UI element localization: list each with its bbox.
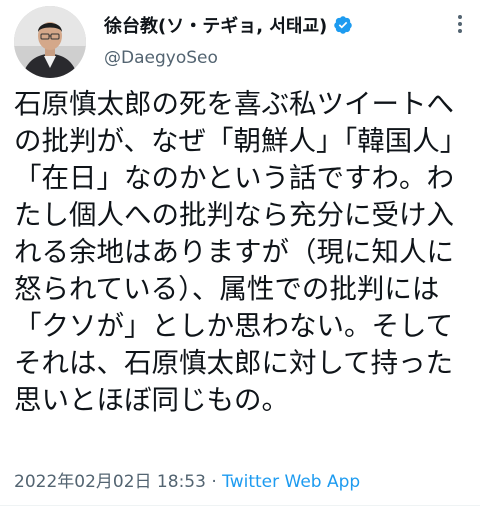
tweet-meta: 2022年02月02日 18:53 · Twitter Web App <box>14 467 360 492</box>
avatar[interactable] <box>14 6 86 78</box>
divider <box>0 505 480 506</box>
tweet-timestamp[interactable]: 2022年02月02日 18:53 <box>14 472 206 492</box>
more-options-icon[interactable] <box>448 12 472 36</box>
author-handle[interactable]: @DaegyoSeo <box>104 48 464 68</box>
display-name-row: 徐台教(ソ・テギョ, 서태교) <box>104 10 464 40</box>
display-name[interactable]: 徐台教(ソ・テギョ, 서태교) <box>104 12 327 38</box>
tweet: 徐台教(ソ・テギョ, 서태교) @DaegyoSeo 石原慎太郎の死を喜ぶ私ツイ… <box>0 0 480 509</box>
tweet-header: 徐台教(ソ・テギョ, 서태교) @DaegyoSeo <box>14 6 474 78</box>
meta-separator: · <box>205 472 223 492</box>
verified-badge-icon <box>333 15 353 35</box>
tweet-source[interactable]: Twitter Web App <box>222 472 360 492</box>
author-names: 徐台教(ソ・テギョ, 서태교) @DaegyoSeo <box>104 10 464 68</box>
tweet-text: 石原慎太郎の死を喜ぶ私ツイートへの批判が、なぜ「朝鮮人」「韓国人」「在日」なのか… <box>14 88 468 416</box>
